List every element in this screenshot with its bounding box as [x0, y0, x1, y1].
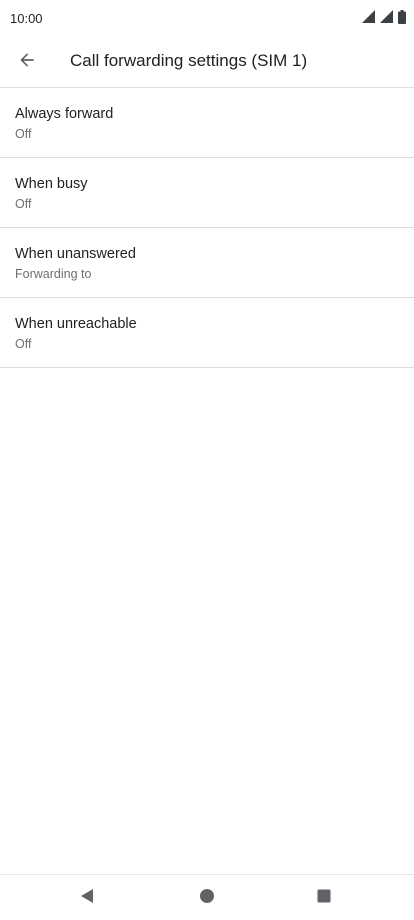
settings-list: Always forward Off When busy Off When un…: [0, 88, 414, 368]
back-button[interactable]: [6, 41, 48, 83]
setting-title: Always forward: [15, 106, 114, 122]
signal-icon: [380, 10, 393, 28]
arrow-back-icon: [17, 50, 37, 75]
nav-recents-icon: [316, 888, 332, 909]
setting-summary: Forwarding to: [15, 267, 92, 281]
setting-item-when-unreachable[interactable]: When unreachable Off: [0, 298, 414, 368]
setting-item-when-unanswered[interactable]: When unanswered Forwarding to: [0, 228, 414, 298]
signal-icon: [362, 10, 375, 28]
setting-item-when-busy[interactable]: When busy Off: [0, 158, 414, 228]
screen: 10:00 Call forwarding settings (SIM 1) A…: [0, 0, 414, 920]
navigation-bar: [0, 874, 414, 920]
nav-recents-button[interactable]: [311, 885, 337, 911]
setting-summary: Off: [15, 197, 32, 211]
nav-back-button[interactable]: [74, 885, 100, 911]
status-icons: [362, 9, 406, 29]
status-bar: 10:00: [0, 0, 414, 38]
setting-title: When unanswered: [15, 246, 136, 262]
setting-summary: Off: [15, 337, 32, 351]
battery-icon: [398, 9, 406, 29]
setting-summary: Off: [15, 127, 32, 141]
app-bar: Call forwarding settings (SIM 1): [0, 38, 414, 88]
setting-item-always-forward[interactable]: Always forward Off: [0, 88, 414, 158]
setting-title: When unreachable: [15, 316, 137, 332]
nav-home-button[interactable]: [194, 885, 220, 911]
page-title: Call forwarding settings (SIM 1): [70, 51, 308, 70]
setting-title: When busy: [15, 176, 88, 192]
status-time: 10:00: [10, 11, 43, 26]
nav-home-icon: [199, 888, 215, 909]
nav-back-icon: [79, 888, 95, 909]
